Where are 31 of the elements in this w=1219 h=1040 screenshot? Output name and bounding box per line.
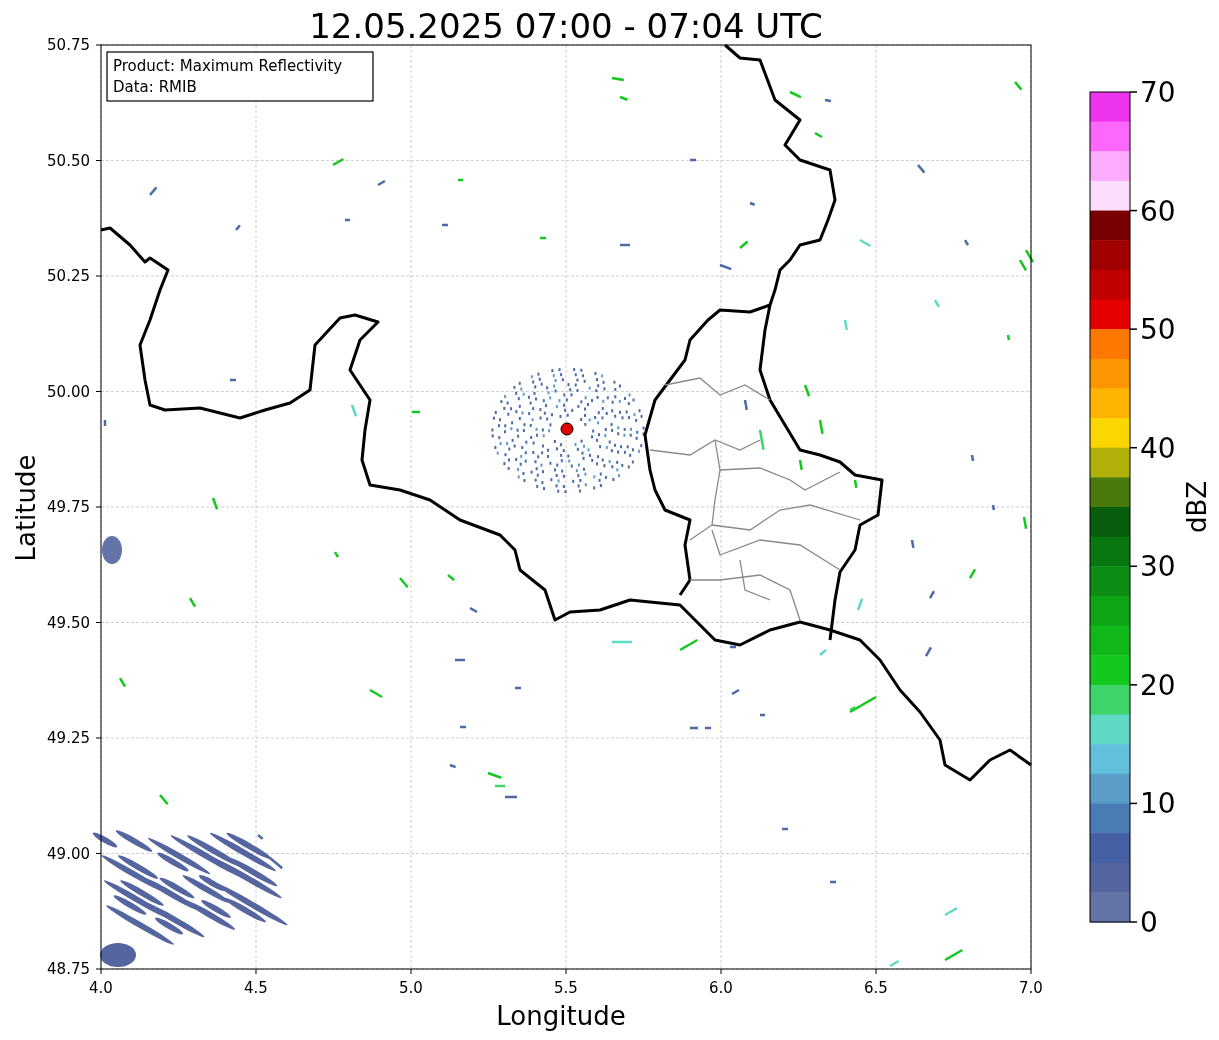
x-tick-label: 4.5 <box>244 979 268 997</box>
x-tick-label: 6.0 <box>709 979 733 997</box>
colorbar-tick-label: 30 <box>1140 550 1176 584</box>
colorbar-tick-label: 10 <box>1140 787 1176 821</box>
y-tick-label: 50.25 <box>47 267 90 285</box>
colorbar-label: dBZ <box>1182 480 1212 534</box>
colorbar-tick-label: 70 <box>1140 76 1176 109</box>
chart-title: 12.05.2025 07:00 - 07:04 UTC <box>309 6 823 46</box>
y-tick-label: 49.25 <box>47 729 90 747</box>
y-tick-label: 50.50 <box>47 151 90 170</box>
y-tick-label: 48.75 <box>47 960 90 978</box>
x-tick-label: 4.0 <box>89 979 113 997</box>
y-axis-label: Latitude <box>11 454 41 562</box>
y-tick-label: 50.75 <box>47 36 90 54</box>
x-axis-label: Longitude <box>496 1001 626 1031</box>
colorbar-tick-label: 60 <box>1140 194 1176 228</box>
legend-text: Data: RMIB <box>113 78 197 96</box>
y-tick-label: 49.50 <box>47 613 90 632</box>
colorbar-tick-label: 20 <box>1140 668 1176 702</box>
y-tick-label: 49.75 <box>47 498 90 516</box>
legend-text: Product: Maximum Reflectivity <box>113 57 343 75</box>
colorbar-tick-label: 0 <box>1140 906 1158 939</box>
x-tick-label: 7.0 <box>1019 979 1043 997</box>
x-tick-label: 5.0 <box>399 979 423 997</box>
x-tick-label: 6.5 <box>864 979 888 997</box>
colorbar-tick-label: 50 <box>1140 313 1176 347</box>
x-tick-label: 5.5 <box>554 979 578 997</box>
y-tick-label: 49.00 <box>47 844 90 863</box>
colorbar-tick-label: 40 <box>1140 431 1176 465</box>
y-tick-label: 50.00 <box>47 382 90 401</box>
radar-site-marker <box>560 422 574 436</box>
